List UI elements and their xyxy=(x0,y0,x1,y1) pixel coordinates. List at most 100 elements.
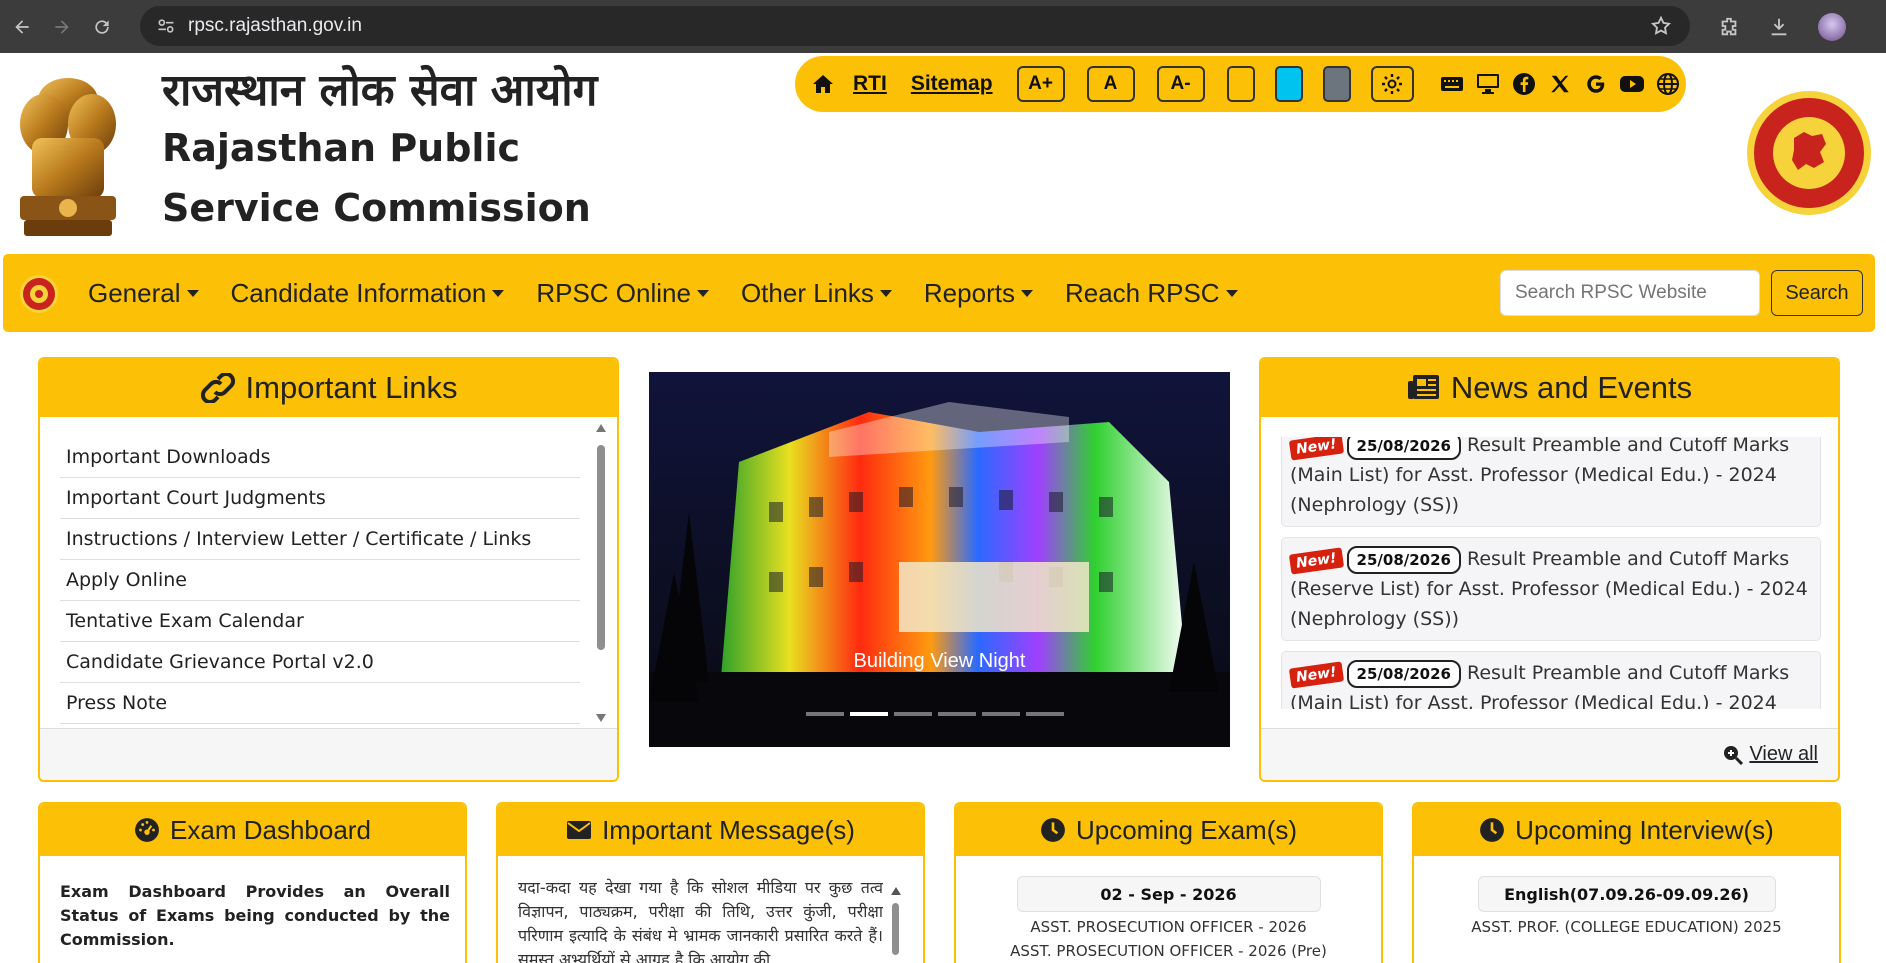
news-list: New! 25/08/2026 Result Preamble and Cutoff… xyxy=(1281,437,1821,709)
link-press-note[interactable]: Press Note xyxy=(60,683,580,724)
sitemap-link[interactable]: Sitemap xyxy=(911,72,993,96)
nav-label: RPSC Online xyxy=(536,277,691,308)
link-important-downloads[interactable]: Important Downloads xyxy=(60,437,580,478)
link-icon xyxy=(200,373,235,403)
carousel-indicator[interactable] xyxy=(1026,712,1064,716)
clock-icon xyxy=(1480,818,1505,842)
card-title: Exam Dashboard xyxy=(170,814,371,845)
news-events-card: News and Events New! 25/08/2026 Result Pre… xyxy=(1259,357,1840,782)
nav-reports[interactable]: Reports xyxy=(924,278,1033,309)
site-settings-icon[interactable] xyxy=(156,16,176,36)
important-messages-header: Important Message(s) xyxy=(498,804,923,856)
interview-line: ASST. PROF. (COLLEGE EDUCATION) 2025 xyxy=(1471,918,1782,936)
scroll-up-arrow-icon[interactable] xyxy=(595,423,607,433)
globe-language-icon[interactable] xyxy=(1650,72,1686,96)
bookmark-star-icon[interactable] xyxy=(1650,15,1672,37)
reload-button[interactable] xyxy=(84,9,120,45)
back-button[interactable] xyxy=(4,9,40,45)
carousel-indicator[interactable] xyxy=(806,712,844,716)
font-decrease-button[interactable]: A- xyxy=(1156,66,1205,102)
nav-label: Candidate Information xyxy=(230,277,487,308)
upcoming-interviews-card: Upcoming Interview(s) English(07.09.26-0… xyxy=(1412,802,1841,963)
interview-date-pill: English(07.09.26-09.09.26) xyxy=(1477,876,1776,912)
new-badge: New! xyxy=(1288,661,1344,689)
rti-link[interactable]: RTI xyxy=(853,72,887,96)
theme-yellow-swatch[interactable] xyxy=(1226,66,1255,102)
upcoming-interviews-header: Upcoming Interview(s) xyxy=(1414,804,1839,856)
extensions-icon[interactable] xyxy=(1718,16,1740,38)
keyboard-icon[interactable] xyxy=(1434,75,1470,93)
link-apply-online[interactable]: Apply Online xyxy=(60,560,580,601)
link-exam-calendar[interactable]: Tentative Exam Calendar xyxy=(60,601,580,642)
caret-down-icon xyxy=(492,289,505,297)
card-title: Upcoming Interview(s) xyxy=(1515,814,1774,845)
carousel-indicator-active[interactable] xyxy=(850,712,888,716)
home-icon[interactable] xyxy=(805,72,841,96)
carousel-indicator[interactable] xyxy=(938,712,976,716)
profile-avatar[interactable] xyxy=(1818,12,1846,41)
theme-cyan-swatch[interactable] xyxy=(1274,66,1303,102)
caret-down-icon xyxy=(1225,289,1238,297)
youtube-icon[interactable] xyxy=(1614,75,1650,93)
ashoka-emblem-logo xyxy=(20,78,116,236)
nav-candidate-information[interactable]: Candidate Information xyxy=(231,278,505,309)
links-scrollbar[interactable] xyxy=(595,423,607,723)
search-button[interactable]: Search xyxy=(1771,270,1863,316)
important-message-text: यदा-कदा यह देखा गया है कि सोशल मीडिया पर… xyxy=(518,878,883,963)
clock-icon xyxy=(1041,818,1065,842)
scroll-thumb[interactable] xyxy=(597,445,605,650)
google-icon[interactable] xyxy=(1578,73,1614,95)
card-title: Important Links xyxy=(245,370,458,405)
link-court-judgments[interactable]: Important Court Judgments xyxy=(60,478,580,519)
facebook-icon[interactable] xyxy=(1506,72,1542,96)
news-item[interactable]: New! 25/08/2026 Result Preamble and Cutoff… xyxy=(1281,537,1821,641)
theme-gray-swatch[interactable] xyxy=(1322,66,1351,102)
image-carousel[interactable] xyxy=(649,372,1230,747)
address-bar[interactable]: rpsc.rajasthan.gov.in xyxy=(140,6,1690,46)
new-badge: New! xyxy=(1288,547,1344,575)
news-item[interactable]: New! 25/08/2026 Result Preamble and Cutoff… xyxy=(1281,651,1821,709)
news-item[interactable]: New! 25/08/2026 Result Preamble and Cutoff… xyxy=(1281,437,1821,527)
exam-dashboard-header: Exam Dashboard xyxy=(40,804,465,856)
message-scrollbar[interactable] xyxy=(891,880,901,960)
font-normal-button[interactable]: A xyxy=(1086,66,1135,102)
arrow-left-icon xyxy=(15,19,29,34)
exam-date-pill: 02 - Sep - 2026 xyxy=(1016,876,1321,912)
x-twitter-icon[interactable] xyxy=(1542,73,1578,95)
important-messages-card: Important Message(s) यदा-कदा यह देखा गया… xyxy=(496,802,925,963)
accessibility-toolbar: RTI Sitemap A+ A A- xyxy=(795,56,1686,112)
nav-general[interactable]: General xyxy=(88,278,199,309)
exam-dashboard-card: Exam Dashboard Exam Dashboard Provides a… xyxy=(38,802,467,963)
nav-rpsc-online[interactable]: RPSC Online xyxy=(536,278,709,309)
gear-icon xyxy=(1382,74,1403,94)
card-title: News and Events xyxy=(1450,370,1693,405)
carousel-caption: Building View Night xyxy=(853,650,1026,672)
downloads-icon[interactable] xyxy=(1768,16,1790,38)
card-footer xyxy=(40,728,617,780)
scroll-thumb[interactable] xyxy=(892,903,899,955)
rpsc-nav-logo[interactable] xyxy=(19,274,59,314)
scroll-down-arrow-icon[interactable] xyxy=(595,713,607,723)
reload-icon xyxy=(95,19,109,34)
exam-line: ASST. PROSECUTION OFFICER - 2026 xyxy=(1030,918,1307,936)
carousel-indicator[interactable] xyxy=(894,712,932,716)
nav-reach-rpsc[interactable]: Reach RPSC xyxy=(1065,278,1238,309)
exam-line: ASST. PROSECUTION OFFICER - 2026 (Pre) xyxy=(1010,942,1327,960)
font-increase-button[interactable]: A+ xyxy=(1016,66,1065,102)
scroll-up-arrow-icon[interactable] xyxy=(891,887,901,895)
nav-other-links[interactable]: Other Links xyxy=(741,278,892,309)
link-grievance-portal[interactable]: Candidate Grievance Portal v2.0 xyxy=(60,642,580,683)
settings-button[interactable] xyxy=(1370,66,1414,102)
carousel-indicator[interactable] xyxy=(982,712,1020,716)
exam-dashboard-text: Exam Dashboard Provides an Overall Statu… xyxy=(60,882,450,949)
browser-toolbar: rpsc.rajasthan.gov.in xyxy=(0,0,1886,53)
upcoming-exams-card: Upcoming Exam(s) 02 - Sep - 2026 ASST. P… xyxy=(954,802,1383,963)
search-plus-icon xyxy=(1724,745,1744,765)
search-input[interactable] xyxy=(1500,270,1760,316)
newspaper-icon xyxy=(1407,375,1439,399)
view-all-link[interactable]: View all xyxy=(1749,743,1818,766)
desktop-icon[interactable] xyxy=(1470,73,1506,95)
envelope-icon xyxy=(567,821,592,839)
forward-button[interactable] xyxy=(44,9,80,45)
link-instructions-interview[interactable]: Instructions / Interview Letter / Certif… xyxy=(60,519,580,560)
